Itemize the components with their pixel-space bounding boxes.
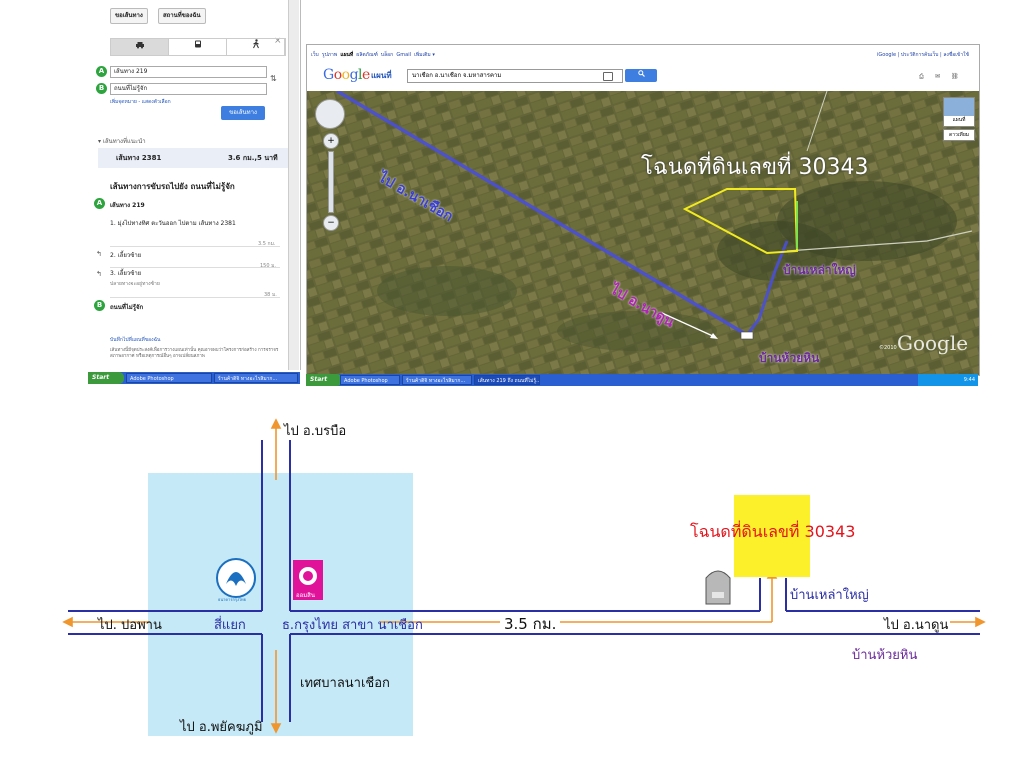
- map-thumbnail: [944, 98, 974, 116]
- satellite-ban-huai-hin: บ้านห้วยหิน: [759, 351, 820, 365]
- end-label: ถนนที่ไม่รู้จัก: [110, 304, 144, 311]
- nav-web[interactable]: เว็บ: [311, 52, 319, 58]
- nav-more[interactable]: เพิ่มเติม ▾: [414, 52, 435, 58]
- zoom-out-button[interactable]: −: [323, 215, 339, 231]
- nav-products[interactable]: ผลิตภัณฑ์: [356, 52, 377, 58]
- turn-left-icon: ↰: [96, 270, 102, 278]
- google-top-nav: เว็บ รูปภาพ แผนที่ ผลิตภัณฑ์ บล็อก Gmail…: [311, 51, 435, 59]
- taskbar-item-photoshop[interactable]: Adobe Photoshop: [126, 373, 212, 383]
- swap-waypoints-icon[interactable]: ⇅: [270, 74, 277, 83]
- google-logo[interactable]: Google: [323, 67, 370, 83]
- maps-subtitle: แผนที่: [371, 71, 392, 80]
- car-icon[interactable]: [111, 39, 169, 55]
- turn-left-icon: ↰: [96, 250, 102, 258]
- label-plot-number: โฉนดที่ดินเลขที่ 30343: [690, 522, 856, 541]
- satellite-ban-lao-yai: บ้านเหล่าใหญ่: [783, 263, 856, 277]
- disclaimer-text: เส้นทางนี้มีจุดประสงค์เพื่อการวางแผนเท่า…: [110, 348, 279, 359]
- route-name: เส้นทาง 2381: [116, 154, 162, 162]
- walk-icon[interactable]: [227, 39, 285, 55]
- start-button[interactable]: Start: [88, 372, 124, 384]
- waypoint-b-marker: B: [96, 83, 107, 94]
- label-distance: 3.5 กม.: [504, 615, 557, 633]
- sketch-roads: [62, 418, 986, 736]
- label-municipality: เทศบาลนาเชือก: [300, 676, 390, 691]
- waypoint-a-input[interactable]: เส้นทาง 219: [110, 66, 267, 78]
- print-icon[interactable]: ⎙: [919, 73, 924, 81]
- label-to-borabue: ไป อ.บรบือ: [284, 424, 347, 439]
- satellite-view-button[interactable]: ดาวเทียม: [943, 129, 975, 141]
- google-account-links[interactable]: iGoogle | ประวัติการค้นเว็บ | ลงชื่อเข้า…: [877, 51, 969, 59]
- label-ban-lao-yai: บ้านเหล่าใหญ่: [790, 588, 869, 603]
- step-2[interactable]: 2. เลี้ยวซ้าย: [110, 252, 141, 260]
- pan-control[interactable]: [315, 99, 345, 129]
- taskbar-right: Start Adobe Photoshop ร้านค้าดิจิ ทางอะไ…: [306, 374, 978, 386]
- transit-icon[interactable]: [169, 39, 227, 55]
- step-divider: [110, 297, 280, 298]
- get-directions-tab[interactable]: ขอเส้นทาง: [110, 8, 148, 24]
- satellite-imagery: [307, 91, 979, 375]
- step-2-distance: 150 ม.: [260, 263, 277, 269]
- step-divider: [110, 246, 280, 247]
- taskbar-item-document[interactable]: ร้านค้าดิจิ ทางอะไรสิมาก...: [402, 375, 472, 385]
- zoom-slider[interactable]: [328, 151, 334, 213]
- town-zone: [148, 473, 413, 736]
- driving-heading: เส้นทางการขับรถไปยัง ถนนที่ไม่รู้จัก: [110, 182, 235, 191]
- waypoint-b-input[interactable]: ถนนที่ไม่รู้จัก: [110, 83, 267, 95]
- taskbar-item-browser[interactable]: ร้านค้าดิจิ ทางอะไรสิมาก...: [214, 373, 298, 383]
- satellite-plot-label: โฉนดที่ดินเลขที่ 30343: [641, 155, 869, 180]
- label-intersection: สี่แยก: [214, 618, 246, 633]
- label-to-phayakkhaphum: ไป อ.พยัคฆภูมิ: [180, 720, 263, 735]
- nav-maps[interactable]: แผนที่: [340, 52, 353, 58]
- search-icon: [637, 70, 645, 77]
- taskbar-left: Start Adobe Photoshop ร้านค้าดิจิ ทางอะไ…: [88, 372, 300, 384]
- map-view-button[interactable]: แผนที่: [943, 97, 975, 127]
- label-to-nadun: ไป อ.นาดูน: [884, 618, 949, 633]
- start-marker: A: [94, 198, 105, 209]
- taskbar-item-directions[interactable]: เส้นทาง 219 ถึง ถนนที่ไม่รู้...: [474, 375, 540, 385]
- keyboard-icon[interactable]: [603, 72, 613, 81]
- suggested-route-item[interactable]: เส้นทาง 2381 3.6 กม.,5 นาที: [98, 148, 290, 168]
- save-to-my-maps-link[interactable]: บันทึกไปที่แผนที่ของฉัน: [110, 336, 160, 344]
- zoom-in-button[interactable]: +: [323, 133, 339, 149]
- krungthai-logo-text: ธนาคารกรุงไทย: [218, 597, 247, 602]
- label-ban-huai-hin: บ้านห้วยหิน: [852, 648, 918, 663]
- step-3-note: ปลายทางจะอยู่ทางซ้าย: [110, 281, 160, 287]
- panel-scrollbar[interactable]: [288, 0, 299, 370]
- google-watermark: Google: [897, 331, 969, 355]
- map-search-input[interactable]: นาเชือก อ.นาเชือก จ.มหาสารคาม: [407, 69, 623, 83]
- boundary-stone-icon: [705, 570, 731, 605]
- start-label: เส้นทาง 219: [110, 202, 145, 209]
- google-header: เว็บ รูปภาพ แผนที่ ผลิตภัณฑ์ บล็อก Gmail…: [307, 45, 979, 91]
- search-button[interactable]: [625, 69, 657, 82]
- sketch-map: ธนาคารกรุงไทย ออมสิน ไป อ.บรบือ ไป อ.พยั…: [0, 400, 1024, 768]
- step-divider: [110, 267, 280, 268]
- system-tray-clock[interactable]: 9:44: [918, 374, 978, 386]
- copyright-text: ©2010: [879, 345, 897, 351]
- directions-panel: ขอเส้นทาง สถานที่ของฉัน × A เส้นทาง 219 …: [88, 0, 301, 370]
- map-view-label: แผนที่: [952, 117, 966, 123]
- label-bank-branch: ธ.กรุงไทย สาขา นาเชือก: [282, 618, 423, 633]
- waypoint-a-marker: A: [96, 66, 107, 77]
- nav-images[interactable]: รูปภาพ: [322, 52, 337, 58]
- my-places-tab[interactable]: สถานที่ของฉัน: [158, 8, 206, 24]
- nav-blogs[interactable]: บล็อก: [381, 52, 393, 58]
- google-maps-window: เว็บ รูปภาพ แผนที่ ผลิตภัณฑ์ บล็อก Gmail…: [306, 44, 980, 376]
- nav-gmail[interactable]: Gmail: [396, 52, 411, 58]
- link-icon[interactable]: ⛓: [951, 73, 959, 80]
- label-to-po-phan: ไป. ปอพาน: [98, 618, 162, 633]
- email-icon[interactable]: ✉: [935, 73, 940, 80]
- end-marker: B: [94, 300, 105, 311]
- add-destination-link[interactable]: เพิ่มจุดหมาย - แสดงตัวเลือก: [110, 98, 171, 106]
- step-3[interactable]: 3. เลี้ยวซ้าย: [110, 270, 141, 278]
- taskbar-item-photoshop[interactable]: Adobe Photoshop: [340, 375, 400, 385]
- satellite-map[interactable]: + − แผนที่ ดาวเทียม โฉนดที่ดินเลขที่ 303…: [307, 91, 979, 375]
- suggested-routes-heading[interactable]: ▾ เส้นทางที่แนะนำ: [98, 136, 146, 146]
- get-directions-button[interactable]: ขอเส้นทาง: [221, 106, 265, 120]
- start-button[interactable]: Start: [306, 374, 342, 386]
- travel-mode-bar: [110, 38, 286, 56]
- route-distance-time: 3.6 กม.,5 นาที: [228, 154, 278, 162]
- gsb-logo-text: ออมสิน: [296, 592, 315, 599]
- step-1[interactable]: 1. มุ่งไปทางทิศ ตะวันออก ไปตาม เส้นทาง 2…: [110, 220, 250, 228]
